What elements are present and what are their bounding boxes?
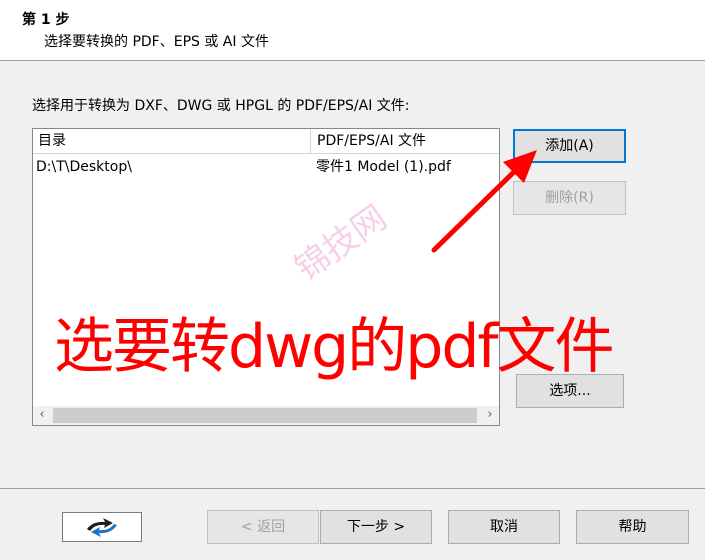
help-button[interactable]: 帮助 [576,510,689,544]
logo-arrows-icon [87,518,117,537]
app-logo [62,512,142,542]
cancel-button[interactable]: 取消 [448,510,560,544]
back-button[interactable]: < 返回 [207,510,319,544]
annotation-arrow-icon [431,150,537,253]
next-button[interactable]: 下一步 > [320,510,432,544]
footer-divider [0,488,705,489]
